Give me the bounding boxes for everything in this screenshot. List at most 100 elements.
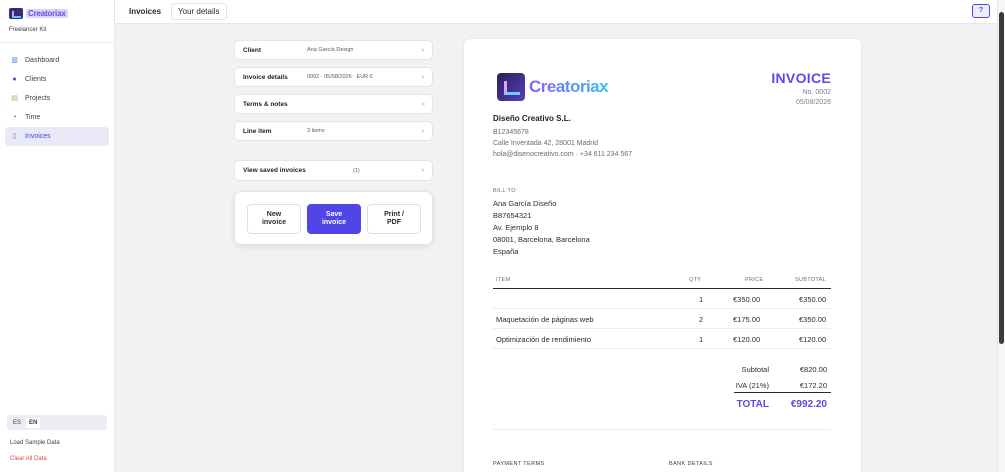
sidebar-item-label: Invoices — [25, 133, 51, 140]
brand-name: Creatoriax — [26, 9, 68, 18]
table-row: 1 €350.00 €350.00 — [493, 289, 831, 309]
company-address: Calle Inventada 42, 28001 Madrid — [493, 140, 599, 147]
bill-to-heading: BILL TO — [493, 188, 516, 194]
new-invoice-button[interactable]: New invoice — [247, 204, 301, 234]
section-label: Client — [243, 46, 262, 54]
chevron-right-icon: › — [421, 73, 424, 81]
lang-en-button[interactable]: EN — [26, 417, 41, 428]
section-divider — [493, 429, 831, 430]
row-item: Maquetación de páginas web — [496, 315, 594, 324]
totals-divider — [734, 392, 831, 393]
invoice-preview: Creatoriax INVOICE No. 0002 05/08/2026 D… — [464, 39, 861, 472]
total-value: €992.20 — [790, 399, 827, 410]
invoice-brand-name: Creatoriax — [529, 77, 609, 96]
bill-to-line: B87654321 — [493, 211, 532, 220]
section-terms-notes[interactable]: Terms & notes › — [234, 94, 433, 114]
company-tax-id: B12345678 — [493, 129, 529, 136]
section-client[interactable]: Client Ana García Design › — [234, 40, 433, 60]
section-line-item[interactable]: Line item 3 items › — [234, 121, 433, 141]
scrollbar[interactable] — [997, 0, 1005, 472]
brand-subtitle: Freelancer Kit — [9, 27, 47, 33]
tax-value: €172.20 — [799, 381, 827, 390]
header-item: ITEM — [496, 277, 511, 283]
save-invoice-button[interactable]: Save invoice — [307, 204, 361, 234]
section-value: 3 items — [307, 128, 325, 134]
chart-icon: ▥ — [11, 57, 18, 64]
topbar: Invoices Your details ? — [115, 0, 997, 24]
scrollbar-thumb[interactable] — [999, 12, 1004, 344]
chevron-right-icon: › — [421, 46, 424, 54]
load-sample-data-link[interactable]: Load Sample Data — [10, 440, 60, 446]
invoice-title: INVOICE — [771, 70, 831, 86]
lang-es-button[interactable]: ES — [10, 418, 24, 428]
row-qty: 2 — [699, 315, 704, 324]
section-label: Terms & notes — [243, 100, 288, 108]
table-row: Maquetación de páginas web 2 €175.00 €35… — [493, 309, 831, 329]
invoice-number: No. 0002 — [802, 89, 831, 96]
sidebar-item-label: Projects — [25, 95, 51, 102]
company-name: Diseño Creativo S.L. — [493, 114, 571, 123]
company-contact: hola@disenocreativo.com · +34 611 234 56… — [493, 151, 633, 158]
section-invoice-details[interactable]: Invoice details 0002 · 05/08/2026 · EUR … — [234, 67, 433, 87]
saved-label: View saved invoices — [243, 167, 306, 174]
view-saved-invoices[interactable]: View saved invoices (1) › — [234, 160, 433, 181]
timer-icon: ◔ — [12, 114, 17, 121]
section-label: Line item — [243, 127, 272, 135]
logo-icon — [497, 73, 525, 101]
bank-details-heading: BANK DETAILS — [669, 461, 713, 467]
items-table-header: ITEM QTY PRICE SUBTOTAL — [493, 275, 831, 289]
subtotal-value: €820.00 — [799, 365, 827, 374]
bill-to-line: 08001, Barcelona, Barcelona — [493, 235, 590, 244]
invoice-date: 05/08/2026 — [795, 99, 831, 106]
sidebar-item-label: Clients — [25, 76, 47, 83]
sidebar-item-time[interactable]: ◔ Time — [5, 108, 109, 127]
subtotal-label: Subtotal — [741, 365, 769, 374]
row-qty: 1 — [699, 295, 704, 304]
sidebar-item-label: Dashboard — [25, 57, 60, 64]
sidebar-item-projects[interactable]: ▤ Projects — [5, 89, 109, 108]
help-button[interactable]: ? — [972, 4, 990, 18]
sidebar: Creatoriax Freelancer Kit ▥ Dashboard ● … — [0, 0, 115, 472]
section-value: 0002 · 05/08/2026 · EUR € — [307, 74, 373, 80]
table-row: Optimización de rendimiento 1 €120.00 €1… — [493, 329, 831, 349]
document-icon: ▯ — [12, 133, 17, 140]
people-icon: ● — [12, 76, 17, 83]
row-subtotal: €350.00 — [799, 295, 827, 304]
bill-to-line: Ana García Diseño — [493, 199, 557, 208]
sidebar-item-label: Time — [25, 114, 41, 121]
header-qty: QTY — [689, 277, 702, 283]
folder-icon: ▤ — [11, 95, 18, 102]
chevron-right-icon: › — [421, 167, 424, 174]
tax-label: IVA (21%) — [735, 381, 769, 390]
tab-invoices[interactable]: Invoices — [123, 4, 167, 19]
row-subtotal: €120.00 — [799, 335, 827, 344]
actions-card: New invoice Save invoice Print / PDF — [234, 191, 433, 245]
section-label: Invoice details — [243, 73, 288, 81]
row-price: €350.00 — [733, 295, 761, 304]
chevron-right-icon: › — [421, 100, 424, 108]
total-label: TOTAL — [736, 399, 769, 410]
row-qty: 1 — [699, 335, 704, 344]
clear-all-data-link[interactable]: Clear All Data — [10, 456, 47, 462]
chevron-right-icon: › — [421, 127, 424, 135]
sidebar-item-clients[interactable]: ● Clients — [5, 70, 109, 89]
header-subtotal: SUBTOTAL — [795, 277, 826, 283]
tab-your-details[interactable]: Your details — [171, 3, 227, 20]
bill-to-line: Av. Ejemplo 8 — [493, 223, 539, 232]
header-price: PRICE — [745, 277, 764, 283]
row-subtotal: €350.00 — [799, 315, 827, 324]
brand: Creatoriax Freelancer Kit — [0, 0, 114, 43]
saved-count: (1) — [353, 167, 360, 174]
row-item: Optimización de rendimiento — [496, 335, 592, 344]
row-price: €120.00 — [733, 335, 761, 344]
brand-logo[interactable]: Creatoriax — [9, 8, 105, 19]
section-value: Ana García Design — [307, 47, 354, 53]
logo-icon — [9, 8, 23, 19]
bill-to-line: España — [493, 247, 519, 256]
print-pdf-button[interactable]: Print / PDF — [367, 204, 421, 234]
language-switcher: ES EN — [7, 415, 107, 430]
payment-terms-heading: PAYMENT TERMS — [493, 461, 545, 467]
sidebar-item-dashboard[interactable]: ▥ Dashboard — [5, 51, 109, 70]
sidebar-item-invoices[interactable]: ▯ Invoices — [5, 127, 109, 146]
row-price: €175.00 — [733, 315, 761, 324]
